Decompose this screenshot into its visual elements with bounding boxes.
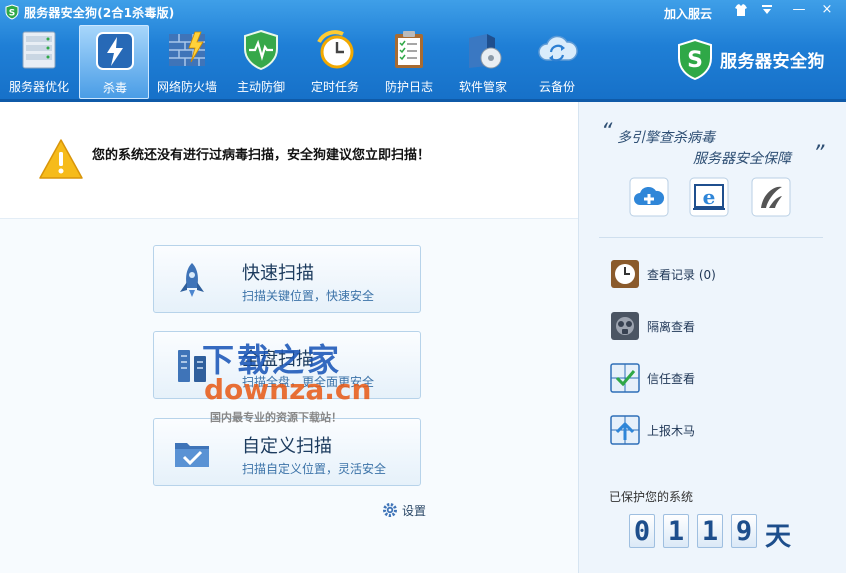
app-logo-icon: S: [5, 4, 19, 20]
tab-server-optimize[interactable]: 服务器优化: [4, 25, 74, 99]
tab-firewall[interactable]: 网络防火墙: [152, 25, 222, 99]
menu-icon[interactable]: [754, 0, 780, 20]
clipboard-log-icon: [395, 31, 423, 68]
days-digit: 1: [663, 514, 689, 548]
scan-title: 自定义扫描: [242, 436, 332, 457]
divider: [599, 237, 823, 238]
scan-title: 全盘扫描: [242, 349, 314, 370]
minimize-button[interactable]: —: [786, 0, 812, 20]
side-item-label: 上报木马: [647, 424, 696, 438]
tab-label: 云备份: [538, 80, 575, 94]
settings-label: 设置: [402, 504, 427, 518]
lightning-shield-icon: [96, 32, 134, 70]
software-box-icon: [469, 34, 502, 69]
trust-check-icon: [610, 363, 640, 393]
firewall-icon: [169, 31, 205, 66]
cloud-sync-icon: [538, 35, 578, 62]
rocket-icon: [180, 263, 204, 297]
custom-scan-button[interactable]: 自定义扫描 扫描自定义位置，灵活安全: [153, 418, 421, 486]
scan-warning-text: 您的系统还没有进行过病毒扫描，安全狗建议您立即扫描！: [92, 148, 431, 163]
app-window: S 服务器安全狗(2合1杀毒版) 加入服云 — × 服务器优化 杀毒 网络防火墙…: [0, 0, 846, 573]
brand-shield-icon: S: [678, 38, 712, 81]
tab-label: 杀毒: [102, 81, 127, 95]
close-button[interactable]: ×: [814, 0, 840, 20]
brand-logo: S 服务器安全狗: [676, 38, 842, 82]
svg-text:e: e: [703, 185, 716, 209]
scan-desc: 扫描自定义位置，灵活安全: [242, 462, 387, 476]
avira-engine-icon[interactable]: [751, 177, 791, 217]
clock-icon: [317, 30, 354, 69]
disk-stack-icon: [178, 350, 206, 382]
days-unit: 天: [765, 522, 792, 552]
tab-cloud-backup[interactable]: 云备份: [522, 25, 592, 99]
title-bar[interactable]: S 服务器安全狗(2合1杀毒版) 加入服云 — ×: [0, 0, 846, 24]
server-rack-icon: [22, 31, 56, 69]
scan-title: 快速扫描: [242, 263, 314, 284]
brand-text: 服务器安全狗: [720, 52, 825, 72]
header: S 服务器安全狗(2合1杀毒版) 加入服云 — × 服务器优化 杀毒 网络防火墙…: [0, 0, 846, 102]
side-panel: “ 多引擎查杀病毒 服务器安全保障 ” e 查看记录 (0) 隔离查看 信任查看…: [578, 102, 846, 573]
main-panel: 您的系统还没有进行过病毒扫描，安全狗建议您立即扫描！ 快速扫描 扫描关键位置，快…: [0, 102, 578, 573]
biohazard-mask-icon: [611, 312, 639, 340]
window-title: 服务器安全狗(2合1杀毒版): [24, 6, 175, 20]
tab-active-defense[interactable]: 主动防御: [226, 25, 296, 99]
scan-desc: 扫描全盘，更全面更安全: [242, 375, 375, 389]
days-digit: 9: [731, 514, 757, 548]
tab-label: 主动防御: [236, 80, 285, 94]
protected-days-label: 已保护您的系统: [609, 490, 694, 504]
slogan-line-2: 服务器安全保障: [693, 151, 791, 167]
days-digit: 0: [629, 514, 655, 548]
quick-scan-button[interactable]: 快速扫描 扫描关键位置，快速安全: [153, 245, 421, 313]
tab-scheduled-tasks[interactable]: 定时任务: [300, 25, 370, 99]
tab-label: 定时任务: [310, 80, 359, 94]
tab-software-manager[interactable]: 软件管家: [448, 25, 518, 99]
side-item-label: 隔离查看: [647, 320, 696, 334]
folder-check-icon: [175, 443, 209, 467]
report-upload-icon: [610, 415, 640, 445]
quote-mark: “: [601, 120, 613, 145]
defense-shield-icon: [244, 29, 278, 71]
svg-text:S: S: [9, 9, 15, 19]
full-scan-button[interactable]: 全盘扫描 扫描全盘，更全面更安全: [153, 331, 421, 399]
slogan-line-1: 多引擎查杀病毒: [617, 130, 715, 146]
tab-antivirus[interactable]: 杀毒: [79, 25, 149, 99]
ie-engine-icon[interactable]: e: [689, 177, 729, 217]
record-clock-icon: [611, 260, 639, 288]
tab-label: 网络防火墙: [156, 80, 217, 94]
warning-icon: [39, 139, 83, 179]
scan-desc: 扫描关键位置，快速安全: [242, 289, 375, 303]
days-digit: 1: [697, 514, 723, 548]
tab-label: 防护日志: [384, 80, 433, 94]
join-cloud-link[interactable]: 加入服云: [664, 5, 712, 22]
scan-warning-bar: 您的系统还没有进行过病毒扫描，安全狗建议您立即扫描！: [0, 102, 578, 219]
svg-text:S: S: [687, 48, 703, 73]
tab-label: 服务器优化: [8, 80, 69, 94]
cloud-engine-icon[interactable]: [629, 177, 669, 217]
tab-defense-log[interactable]: 防护日志: [374, 25, 444, 99]
quote-mark: ”: [813, 142, 825, 167]
side-item-label: 查看记录 (0): [647, 268, 716, 282]
skin-icon[interactable]: [728, 0, 754, 20]
side-item-label: 信任查看: [647, 372, 696, 386]
tab-label: 软件管家: [458, 80, 507, 94]
gear-icon: [383, 503, 397, 517]
